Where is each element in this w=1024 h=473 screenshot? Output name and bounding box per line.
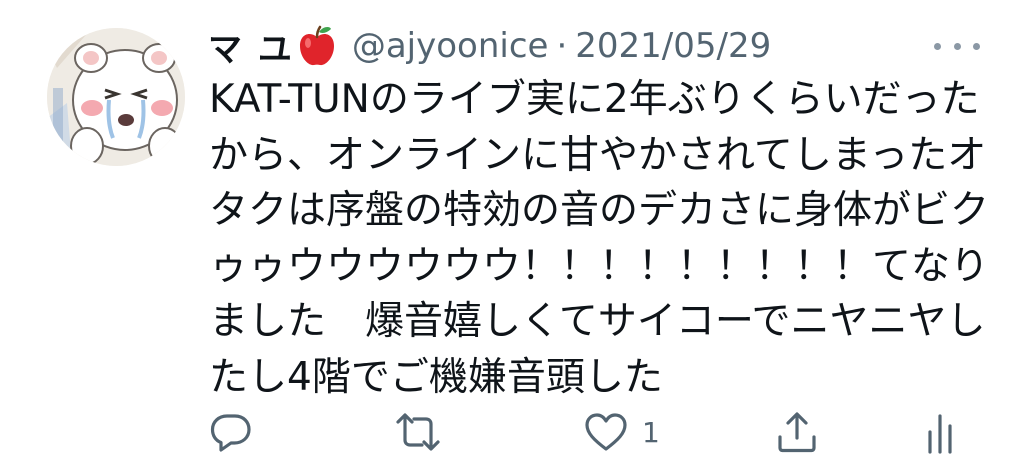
reply-button[interactable] — [209, 410, 253, 454]
more-dot-icon — [953, 42, 961, 50]
more-options-button[interactable] — [934, 36, 980, 56]
tweet-card[interactable]: マ ユ @ajyoonice · 2021/05/29 KAT-TUNのライブ実… — [0, 0, 1024, 473]
heart-icon — [585, 413, 627, 451]
like-button[interactable]: 1 — [584, 410, 660, 454]
more-dot-icon — [973, 42, 980, 50]
red-apple-icon — [298, 25, 336, 67]
header-separator: · — [556, 26, 568, 66]
user-handle[interactable]: @ajyoonice — [352, 26, 549, 66]
more-dot-icon — [934, 42, 941, 50]
bar-chart-icon — [928, 414, 952, 454]
share-button[interactable] — [775, 410, 819, 454]
avatar-bear-illustration — [47, 28, 185, 166]
like-count: 1 — [642, 415, 660, 449]
share-icon — [778, 412, 816, 453]
retweet-icon — [396, 413, 440, 451]
tweet-date[interactable]: 2021/05/29 — [575, 26, 771, 66]
tweet-header: マ ユ @ajyoonice · 2021/05/29 — [208, 18, 771, 74]
tweet-actions: 1 — [0, 404, 1024, 460]
tweet-text: KAT-TUNのライブ実に2年ぶりくらいだったから、オンラインに甘やかされてしま… — [209, 77, 990, 400]
speech-bubble-icon — [210, 414, 251, 452]
display-name[interactable]: マ ユ — [208, 22, 294, 71]
retweet-button[interactable] — [394, 410, 442, 454]
avatar[interactable] — [47, 28, 185, 166]
analytics-button[interactable] — [924, 410, 960, 454]
